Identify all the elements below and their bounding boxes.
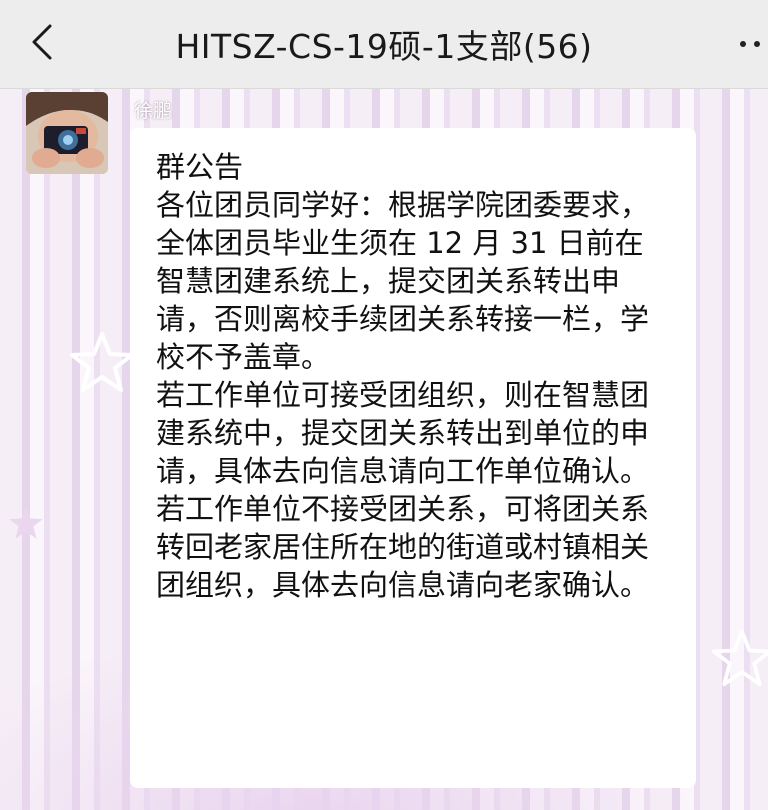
notice-paragraph: 各位团员同学好：根据学院团委要求，全体团员毕业生须在 12 月 31 日前在智慧… bbox=[156, 188, 650, 374]
avatar[interactable] bbox=[26, 92, 108, 174]
notice-title: 群公告 bbox=[156, 150, 244, 184]
star-decoration-icon bbox=[9, 507, 43, 539]
sender-name: 徐鹏 bbox=[134, 100, 173, 122]
notice-paragraph: 若工作单位不接受团关系，可将团关系转回老家居住所在地的街道或村镇相关团组织，具体… bbox=[156, 492, 650, 602]
message-bubble[interactable]: 群公告 各位团员同学好：根据学院团委要求，全体团员毕业生须在 12 月 31 日… bbox=[130, 128, 696, 788]
star-decoration-icon bbox=[70, 332, 134, 392]
more-button[interactable] bbox=[726, 26, 768, 62]
notice-paragraph: 若工作单位可接受团组织，则在智慧团建系统中，提交团关系转出到单位的申请，具体去向… bbox=[156, 378, 650, 488]
avatar-photo bbox=[26, 92, 108, 174]
star-decoration-icon bbox=[712, 629, 768, 687]
chat-title: HITSZ-CS-19硕-1支部(56) bbox=[175, 27, 593, 66]
more-dots-icon bbox=[740, 41, 746, 47]
chevron-left-icon bbox=[32, 24, 52, 60]
back-button[interactable] bbox=[22, 22, 62, 62]
chat-header: HITSZ-CS-19硕-1支部(56) bbox=[0, 0, 768, 89]
